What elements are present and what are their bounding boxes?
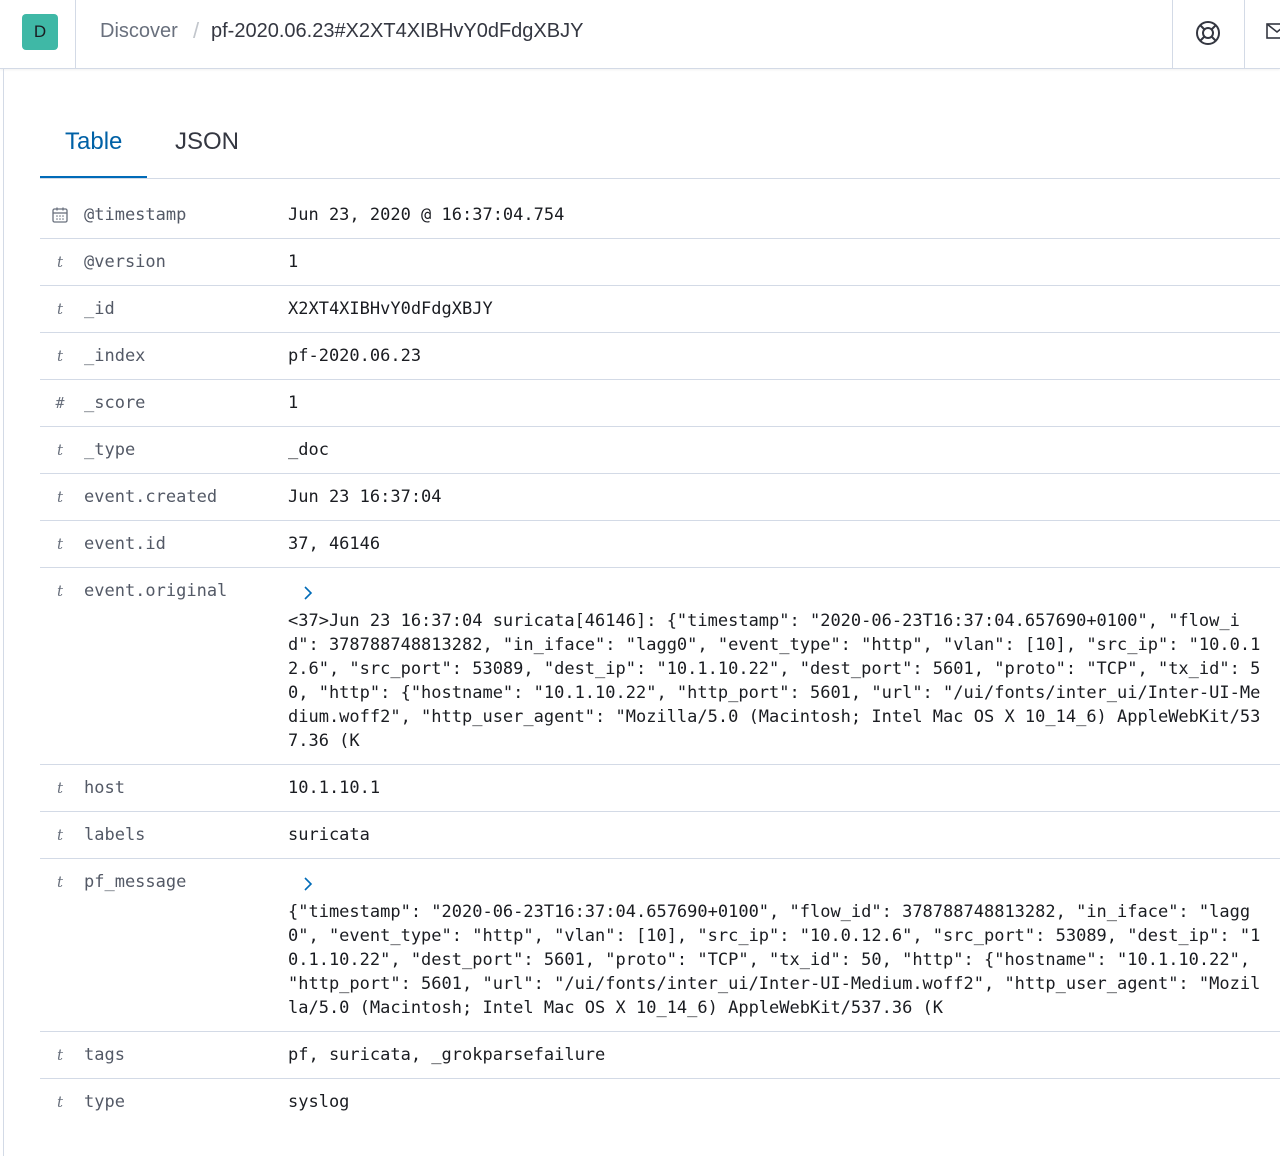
view-tabs: Table JSON xyxy=(40,110,1280,179)
field-value: 1 xyxy=(288,252,299,272)
field-value-text: {"timestamp": "2020-06-23T16:37:04.65769… xyxy=(288,902,1261,1018)
table-row: t event.created Jun 23 16:37:04 xyxy=(40,474,1280,521)
field-value: _doc xyxy=(288,440,329,460)
string-type-icon: t xyxy=(56,535,64,553)
breadcrumb-separator: / xyxy=(193,18,200,43)
field-value: Jun 23 16:37:04 xyxy=(288,487,442,507)
help-lifebuoy-icon xyxy=(1196,21,1220,45)
header-divider xyxy=(75,0,76,68)
field-name: event.created xyxy=(84,487,218,507)
string-type-icon: t xyxy=(56,488,64,506)
chevron-right-icon[interactable] xyxy=(298,874,318,894)
breadcrumb-discover[interactable]: Discover xyxy=(100,20,178,43)
field-name: @version xyxy=(84,252,166,272)
number-type-icon: # xyxy=(55,394,65,412)
help-button[interactable] xyxy=(1194,19,1222,47)
panel-left-border xyxy=(3,68,4,1156)
chevron-right-icon[interactable] xyxy=(298,583,318,603)
table-row: t host 10.1.10.1 xyxy=(40,765,1280,812)
table-row: t type syslog xyxy=(40,1079,1280,1125)
field-value: Jun 23, 2020 @ 16:37:04.754 xyxy=(288,205,565,225)
field-name: _id xyxy=(84,299,115,319)
table-row: t pf_message {"timestamp": "2020-06-23T1… xyxy=(40,859,1280,1032)
string-type-icon: t xyxy=(56,826,64,844)
table-row: t @version 1 xyxy=(40,239,1280,286)
field-name: labels xyxy=(84,825,146,845)
string-type-icon: t xyxy=(56,1046,64,1064)
field-name: @timestamp xyxy=(84,205,187,225)
string-type-icon: t xyxy=(56,582,64,600)
field-value: 10.1.10.1 xyxy=(288,778,381,798)
field-value: pf-2020.06.23 xyxy=(288,346,422,366)
header-divider xyxy=(1244,0,1245,68)
field-name: pf_message xyxy=(84,872,187,892)
tab-json[interactable]: JSON xyxy=(150,110,264,176)
field-name: _score xyxy=(84,393,146,413)
field-value-text: <37>Jun 23 16:37:04 suricata[46146]: {"t… xyxy=(288,611,1261,751)
field-name: tags xyxy=(84,1045,125,1065)
string-type-icon: t xyxy=(56,441,64,459)
tab-table[interactable]: Table xyxy=(40,110,148,178)
field-value: X2XT4XIBHvY0dFdgXBJY xyxy=(288,299,493,319)
table-row: t event.original <37>Jun 23 16:37:04 sur… xyxy=(40,568,1280,765)
header-divider xyxy=(1172,0,1173,68)
string-type-icon: t xyxy=(56,873,64,891)
table-row: t tags pf, suricata, _grokparsefailure xyxy=(40,1032,1280,1079)
newsfeed-button[interactable] xyxy=(1266,22,1280,40)
string-type-icon: t xyxy=(56,779,64,797)
field-value: 1 xyxy=(288,393,299,413)
table-row: t event.id 37, 46146 xyxy=(40,521,1280,568)
field-name: type xyxy=(84,1092,125,1112)
field-name: event.original xyxy=(84,581,228,601)
field-value: suricata xyxy=(288,825,370,845)
table-row: # _score 1 xyxy=(40,380,1280,427)
field-value: pf, suricata, _grokparsefailure xyxy=(288,1045,606,1065)
space-avatar[interactable]: D xyxy=(22,14,58,50)
breadcrumb-current: pf-2020.06.23#X2XT4XIBHvY0dFdgXBJY xyxy=(211,20,584,42)
field-value: 37, 46146 xyxy=(288,534,381,554)
field-name: _index xyxy=(84,346,146,366)
top-header: D Discover / pf-2020.06.23#X2XT4XIBHvY0d… xyxy=(0,0,1280,69)
string-type-icon: t xyxy=(56,300,64,318)
string-type-icon: t xyxy=(56,253,64,271)
calendar-icon xyxy=(52,207,68,223)
table-row: @timestamp Jun 23, 2020 @ 16:37:04.754 xyxy=(40,192,1280,239)
field-name: _type xyxy=(84,440,136,460)
string-type-icon: t xyxy=(56,347,64,365)
document-table: @timestamp Jun 23, 2020 @ 16:37:04.754 t… xyxy=(40,192,1280,1125)
table-row: t labels suricata xyxy=(40,812,1280,859)
field-name: event.id xyxy=(84,534,166,554)
field-value: <37>Jun 23 16:37:04 suricata[46146]: {"t… xyxy=(288,568,1270,764)
mail-icon xyxy=(1266,23,1280,39)
field-value: syslog xyxy=(288,1092,350,1112)
table-row: t _type _doc xyxy=(40,427,1280,474)
table-row: t _id X2XT4XIBHvY0dFdgXBJY xyxy=(40,286,1280,333)
string-type-icon: t xyxy=(56,1093,64,1111)
table-row: t _index pf-2020.06.23 xyxy=(40,333,1280,380)
field-name: host xyxy=(84,778,125,798)
field-value: {"timestamp": "2020-06-23T16:37:04.65769… xyxy=(288,859,1270,1031)
